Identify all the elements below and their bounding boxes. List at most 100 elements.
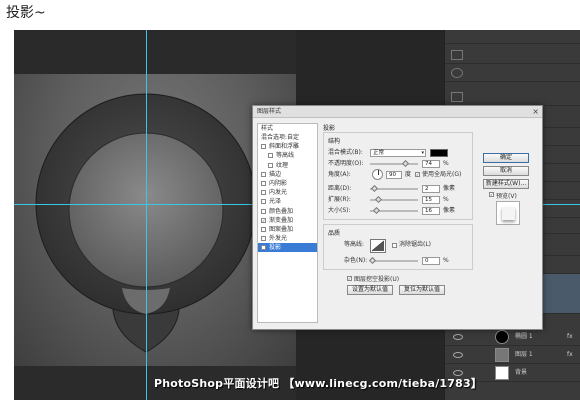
watermark-text: PhotoShop平面设计吧 【www.linecg.com/tieba/178… — [154, 377, 483, 390]
eye-icon[interactable] — [453, 334, 463, 340]
panel-row[interactable] — [445, 64, 580, 82]
size-row: 大小(S): 16 像素 — [328, 205, 468, 216]
style-checkbox[interactable] — [261, 199, 266, 205]
style-list-item[interactable]: 外发光 — [258, 234, 317, 243]
noise-label: 杂色(N): — [344, 257, 368, 264]
style-checkbox[interactable] — [261, 226, 266, 232]
layer-name: 背景 — [515, 369, 528, 376]
anti-alias-checkbox[interactable] — [392, 243, 397, 248]
ok-button[interactable]: 确定 — [483, 153, 529, 163]
style-item-label: 光泽 — [269, 198, 282, 206]
style-list-item[interactable]: 描边 — [258, 170, 317, 179]
style-item-label: 图案叠加 — [269, 225, 294, 233]
style-list-item[interactable]: 颜色叠加 — [258, 207, 317, 216]
spread-slider[interactable] — [370, 195, 418, 204]
style-checkbox[interactable] — [268, 153, 273, 159]
style-item-label: 颜色叠加 — [269, 207, 294, 215]
style-list-item[interactable]: 混合选项:自定 — [258, 133, 317, 142]
quality-label: 品质 — [328, 230, 341, 237]
distance-slider[interactable] — [370, 184, 418, 193]
dialog-title: 图层样式 — [257, 108, 282, 115]
spread-slider-knob[interactable] — [374, 195, 383, 204]
angle-row: 角度(A): 90 度 ✓ 使用全局光(G) — [328, 169, 468, 183]
opacity-slider-knob[interactable] — [401, 159, 409, 168]
contour-picker[interactable] — [370, 239, 386, 253]
post-caption: 投影~ — [6, 5, 46, 21]
panel-row[interactable] — [445, 46, 580, 64]
angle-input[interactable]: 90 — [386, 171, 402, 179]
make-default-button[interactable]: 设置为默认值 — [347, 285, 393, 295]
opacity-slider[interactable] — [370, 159, 418, 168]
style-checkbox[interactable]: ✓ — [261, 217, 266, 223]
style-list-item[interactable]: 光泽 — [258, 197, 317, 206]
close-icon[interactable]: × — [532, 107, 539, 117]
photoshop-window: 椭圆 1 fx 图层 1 fx 背景 图层样式 × 样式 混合选项:自定 斜面和浮… — [14, 30, 580, 400]
opacity-row: 不透明度(O): 74 % — [328, 158, 468, 169]
section-title: 投影 — [323, 125, 336, 132]
percent-unit: % — [443, 257, 449, 264]
angle-dial[interactable] — [372, 169, 383, 180]
knockout-row: ✓ 图层挖空投影(U) — [323, 274, 473, 284]
style-checkbox[interactable] — [261, 236, 266, 242]
style-list-item[interactable]: 等高线 — [258, 151, 317, 160]
layer-row[interactable]: 椭圆 1 fx — [445, 328, 580, 346]
layer-thumbnail — [495, 330, 509, 344]
size-slider[interactable] — [370, 206, 418, 215]
structure-label: 结构 — [328, 138, 341, 145]
dialog-titlebar[interactable]: 图层样式 × — [253, 106, 542, 118]
style-item-label: 渐变叠加 — [269, 216, 294, 224]
style-list-item[interactable]: 图案叠加 — [258, 225, 317, 234]
preview-checkbox[interactable]: ✓ — [489, 192, 494, 197]
noise-slider-knob[interactable] — [368, 256, 377, 265]
style-list-item[interactable]: ✓ 投影 — [258, 243, 317, 253]
fx-icon: fx — [567, 351, 573, 358]
opacity-input[interactable]: 74 — [422, 160, 440, 168]
noise-input[interactable]: 0 — [422, 257, 440, 265]
eye-icon[interactable] — [453, 352, 463, 358]
size-input[interactable]: 16 — [422, 207, 440, 215]
global-light-checkbox[interactable]: ✓ — [415, 172, 420, 177]
style-checkbox[interactable] — [268, 162, 273, 168]
cancel-button[interactable]: 取消 — [483, 166, 529, 176]
blend-mode-value: 正常 — [373, 150, 385, 156]
layer-thumbnail — [495, 366, 509, 380]
knockout-checkbox[interactable]: ✓ — [347, 276, 352, 281]
style-list-item[interactable]: 内发光 — [258, 188, 317, 197]
style-list-item[interactable]: 纹理 — [258, 161, 317, 170]
style-checkbox[interactable] — [261, 190, 266, 196]
distance-input[interactable]: 2 — [422, 185, 440, 193]
style-list-item[interactable]: ✓ 渐变叠加 — [258, 216, 317, 225]
style-list-item[interactable]: 内阴影 — [258, 179, 317, 188]
style-checkbox[interactable]: ✓ — [261, 245, 266, 251]
drop-shadow-settings: 投影 结构 混合模式(B): 正常 ▾ 不透明度(O): 74 % 角度(A): — [323, 123, 473, 323]
panel-row[interactable] — [445, 88, 580, 106]
blend-mode-select[interactable]: 正常 ▾ — [370, 149, 426, 157]
percent-unit: % — [443, 196, 449, 203]
distance-label: 距离(D): — [328, 185, 352, 192]
style-checkbox[interactable] — [261, 144, 266, 150]
layer-name: 椭圆 1 — [515, 333, 533, 340]
reset-default-button[interactable]: 复位为默认值 — [399, 285, 445, 295]
spread-row: 扩展(R): 15 % — [328, 194, 468, 205]
new-style-button[interactable]: 新建样式(W)... — [483, 179, 529, 189]
style-checkbox[interactable] — [261, 180, 266, 186]
vertical-guide[interactable] — [146, 30, 147, 400]
style-list-item[interactable]: 斜面和浮雕 — [258, 142, 317, 151]
shadow-color-swatch[interactable] — [430, 149, 448, 157]
distance-slider-knob[interactable] — [370, 184, 379, 193]
preview-label: 预览(V) — [496, 193, 517, 200]
style-checkbox[interactable] — [261, 171, 266, 177]
style-list: 样式 混合选项:自定 斜面和浮雕 等高线 纹理 描边 内阴影 内发光 光泽 颜色叠加 ✓ 渐变叠加图… — [257, 123, 318, 323]
contour-row: 等高线: 消除锯齿(L) — [328, 239, 468, 255]
quality-group: 品质 等高线: 消除锯齿(L) 杂色(N): 0 % — [323, 224, 473, 270]
layer-row[interactable]: 图层 1 fx — [445, 346, 580, 364]
style-item-label: 斜面和浮雕 — [269, 143, 300, 151]
style-item-label: 描边 — [269, 170, 282, 178]
style-item-label: 等高线 — [276, 152, 295, 160]
style-item-label: 投影 — [269, 244, 282, 252]
noise-slider[interactable] — [368, 256, 418, 265]
size-slider-knob[interactable] — [372, 206, 381, 215]
chevron-down-icon: ▾ — [421, 150, 424, 156]
spread-input[interactable]: 15 — [422, 196, 440, 204]
style-checkbox[interactable] — [261, 208, 266, 214]
